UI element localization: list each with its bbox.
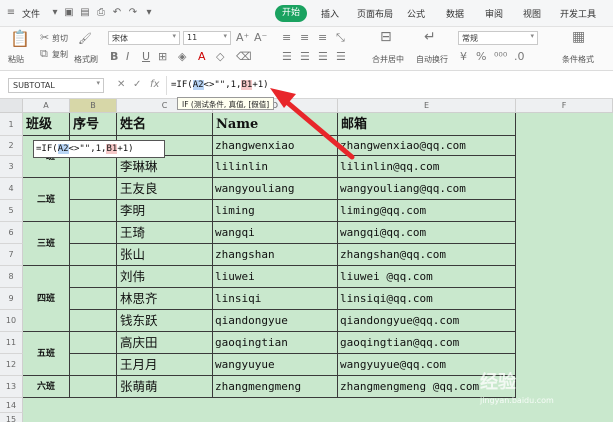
annotation-arrow (270, 88, 355, 160)
arrow-shaft (279, 95, 355, 160)
